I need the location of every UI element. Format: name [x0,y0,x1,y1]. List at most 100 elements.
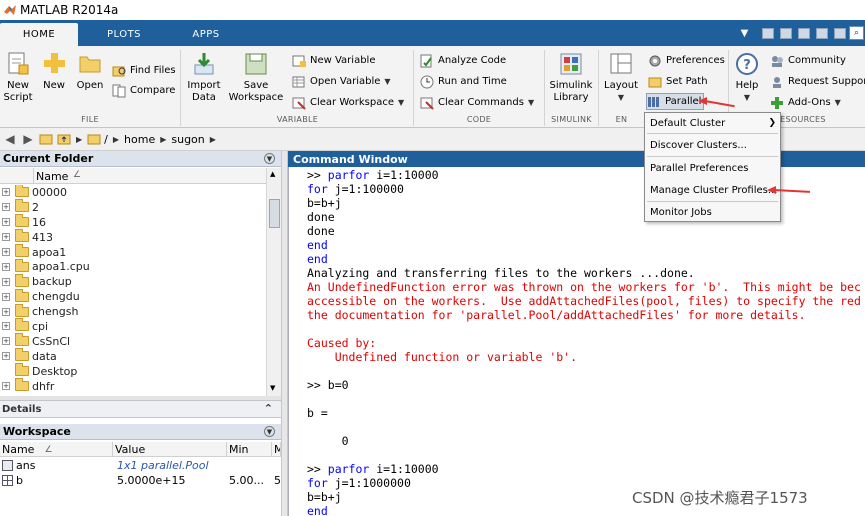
list-item[interactable]: +00000 [0,185,266,200]
tab-plots[interactable]: PLOTS [80,23,168,46]
list-item[interactable]: + cpi [0,318,266,334]
quick-undo-icon[interactable] [832,26,847,40]
set-path-button[interactable]: Set Path [648,73,708,90]
quick-copy-icon[interactable] [796,26,811,40]
table-row[interactable]: b 5.0000e+15 5.00... 5 [0,473,281,488]
list-item[interactable]: + apoa1 [0,244,266,260]
menu-item-default-cluster[interactable]: Default Cluster ❯ [645,114,780,132]
menu-item-parallel-preferences[interactable]: Parallel Preferences [645,159,780,177]
workspace-value-header[interactable]: Value [113,442,227,457]
list-item[interactable]: + dhfr [0,378,266,394]
expand-icon[interactable]: + [2,322,10,331]
scroll-down-icon[interactable]: ▼ [270,384,275,392]
table-row[interactable]: ans 1x1 parallel.Pool [0,458,281,473]
panel-actions-icon[interactable]: ▼ [264,153,275,164]
list-item[interactable]: + data [0,348,266,364]
find-files-button[interactable]: Find Files [112,62,176,79]
expand-icon[interactable]: + [2,233,10,242]
name-column-header[interactable]: Name [36,170,68,183]
new-button[interactable]: New [40,51,68,92]
workspace-max-header[interactable]: M [272,442,281,457]
open-variable-button[interactable]: Open Variable ▼ [292,73,391,90]
quick-cut-icon[interactable] [778,26,793,40]
clear-workspace-dropdown-icon[interactable]: ▼ [398,98,404,107]
back-arrow-icon[interactable]: ◀ [2,131,18,147]
expand-icon[interactable]: + [2,218,10,227]
toolstrip-tabs: HOME PLOTS APPS ▼ ⌕ [0,20,865,46]
save-workspace-button[interactable]: Save Workspace [228,51,284,104]
compare-button[interactable]: Compare [112,82,175,99]
list-item[interactable]: +2 [0,199,266,215]
forward-arrow-icon[interactable]: ▶ [20,131,36,147]
list-item[interactable]: +413 [0,229,266,245]
scroll-up-icon[interactable]: ▲ [270,170,275,178]
preferences-button[interactable]: Preferences [648,52,725,69]
analyze-code-button[interactable]: Analyze Code [420,52,506,69]
chevron-up-icon[interactable]: ⌃ [264,402,273,415]
clear-workspace-icon [292,96,306,110]
add-ons-label: Add-Ons [788,97,831,108]
list-item[interactable]: Desktop [0,363,266,379]
list-item[interactable]: + chengdu [0,288,266,304]
expand-icon[interactable]: + [2,292,10,301]
search-icon[interactable]: ⌕ [849,26,864,40]
expand-icon[interactable]: + [2,277,10,286]
run-and-time-button[interactable]: Run and Time [420,73,507,90]
folder-scrollbar[interactable]: ▲ ▼ [266,168,281,396]
expand-icon[interactable]: + [2,203,10,212]
layout-dropdown-icon[interactable]: ▼ [618,93,624,102]
expand-icon[interactable]: + [2,337,10,346]
request-support-button[interactable]: Request Support [770,73,865,90]
parallel-button[interactable]: Parallel [646,93,705,110]
expand-icon[interactable]: + [2,352,10,361]
add-ons-button[interactable]: Add-Ons ▼ [770,94,841,111]
quick-paste-icon[interactable] [814,26,829,40]
new-script-button[interactable]: New Script [3,51,33,104]
community-button[interactable]: Community [770,52,846,69]
breadcrumb-root[interactable]: / [104,133,108,146]
panel-actions-icon[interactable]: ▼ [264,426,275,437]
menu-item-discover-clusters[interactable]: Discover Clusters... [645,136,780,154]
breadcrumb-sugon[interactable]: sugon [171,133,204,146]
details-panel[interactable]: Details ⌃ [0,400,281,418]
pane-splitter[interactable] [281,151,288,516]
import-data-button[interactable]: Import Data [186,51,222,104]
output-text: j=1:100000 [327,182,404,196]
up-folder-icon[interactable] [38,131,54,147]
clear-commands-button[interactable]: Clear Commands ▼ [420,94,534,111]
list-item[interactable]: +16 [0,214,266,230]
path-dropdown-icon[interactable]: ▶ [210,135,216,144]
simulink-library-button[interactable]: Simulink Library [548,51,594,104]
expand-icon[interactable]: + [2,248,10,256]
layout-button[interactable]: Layout ▼ [603,51,639,104]
breadcrumb-home[interactable]: home [124,133,155,146]
open-button[interactable]: Open [75,51,105,92]
add-ons-dropdown-icon[interactable]: ▼ [835,98,841,107]
scroll-thumb[interactable] [269,199,280,228]
quick-save-icon[interactable] [760,26,775,40]
folder-icon [15,288,29,302]
browse-folder-icon[interactable] [56,131,72,147]
compare-icon [112,84,126,98]
expand-icon[interactable]: + [2,382,10,391]
help-dropdown-icon[interactable]: ▼ [744,93,750,102]
help-button[interactable]: ? Help ▼ [732,51,762,104]
expand-icon[interactable]: + [2,262,10,271]
new-variable-button[interactable]: New Variable [292,52,375,69]
workspace-min-header[interactable]: Min [227,442,272,457]
tab-home[interactable]: HOME [0,23,78,46]
menu-item-monitor-jobs[interactable]: Monitor Jobs [645,203,780,221]
clear-workspace-button[interactable]: Clear Workspace ▼ [292,94,404,111]
quick-access-arrow-icon[interactable]: ▼ [737,26,752,40]
tab-apps[interactable]: APPS [170,23,242,46]
workspace-name-header[interactable]: Name ∠ [0,442,113,457]
list-item[interactable]: + backup [0,273,266,289]
list-item[interactable]: + chengsh [0,303,266,319]
list-item[interactable]: + CsSnCl [0,333,266,349]
menu-item-manage-cluster-profiles[interactable]: Manage Cluster Profiles... [645,181,780,199]
expand-icon[interactable]: + [2,188,10,197]
list-item[interactable]: + apoa1.cpu [0,258,266,274]
clear-commands-dropdown-icon[interactable]: ▼ [528,98,534,107]
expand-icon[interactable]: + [2,307,10,316]
open-variable-dropdown-icon[interactable]: ▼ [384,77,390,86]
